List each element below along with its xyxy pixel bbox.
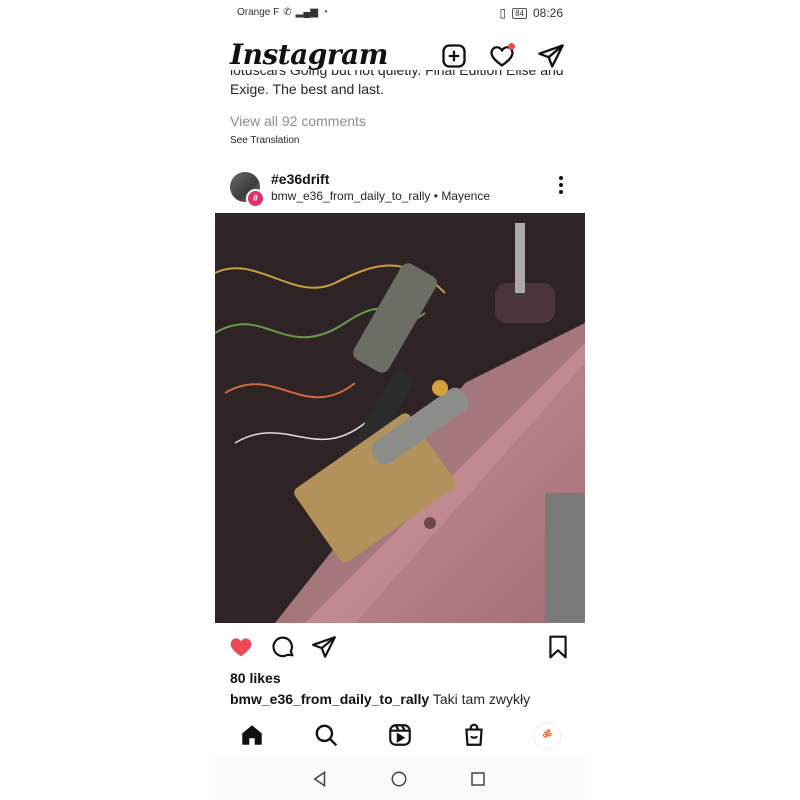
post-hashtag-title[interactable]: #e36drift — [271, 171, 329, 187]
post-account-name[interactable]: bmw_e36_from_daily_to_rally — [271, 189, 430, 203]
more-options-icon[interactable] — [559, 176, 563, 197]
post-photo[interactable] — [215, 213, 585, 623]
post-subtitle: bmw_e36_from_daily_to_rally • Mayence — [271, 189, 490, 203]
phone-screen: Orange F ✆ ▂▄▆ ◔ ▯ 84 08:26 Instagram lo… — [215, 0, 585, 800]
previous-post-caption: lotuscars Going but not quietly. Final E… — [230, 70, 570, 99]
status-bar: Orange F ✆ ▂▄▆ ◔ ▯ 84 08:26 — [215, 0, 585, 26]
direct-message-icon[interactable] — [537, 42, 565, 70]
reels-icon[interactable] — [387, 722, 413, 748]
wifi-icon: ◔ — [322, 7, 329, 18]
instagram-logo[interactable]: Instagram — [230, 38, 388, 71]
caption-username[interactable]: bmw_e36_from_daily_to_rally — [230, 691, 429, 707]
shop-icon[interactable] — [461, 722, 487, 748]
battery-icon: 84 — [512, 7, 527, 19]
share-icon[interactable] — [311, 634, 337, 660]
post-location[interactable]: Mayence — [441, 189, 490, 203]
heart-icon[interactable] — [488, 42, 516, 70]
caption-text: Taki tam zwykły — [432, 691, 531, 707]
carrier-name: Orange F — [237, 7, 280, 18]
new-post-icon[interactable] — [440, 42, 468, 70]
signal-icon: ▂▄▆ — [295, 7, 319, 18]
post-header: # #e36drift bmw_e36_from_daily_to_rally … — [215, 170, 585, 208]
back-icon[interactable] — [311, 770, 329, 788]
notification-dot — [508, 43, 515, 50]
home-circle-icon[interactable] — [390, 770, 408, 788]
photo-illustration — [215, 213, 585, 623]
profile-avatar[interactable]: ॐ — [533, 722, 561, 750]
recents-icon[interactable] — [469, 770, 487, 788]
hashtag-badge: # — [246, 189, 265, 208]
separator-dot: • — [433, 189, 438, 203]
comment-icon[interactable] — [270, 634, 296, 660]
vibrate-icon: ▯ — [499, 6, 507, 20]
see-translation-link[interactable]: See Translation — [230, 135, 300, 146]
save-bookmark-icon[interactable] — [545, 634, 571, 660]
status-time: 08:26 — [532, 6, 563, 20]
call-icon: ✆ — [283, 7, 292, 18]
home-icon[interactable] — [239, 722, 265, 748]
like-heart-icon[interactable] — [228, 634, 254, 660]
view-all-comments-link[interactable]: View all 92 comments — [230, 113, 366, 129]
system-navigation-bar — [215, 758, 585, 800]
search-icon[interactable] — [313, 722, 339, 748]
post-caption: bmw_e36_from_daily_to_rally Taki tam zwy… — [230, 691, 530, 707]
status-left: Orange F ✆ ▂▄▆ ◔ — [237, 7, 328, 18]
status-right: ▯ 84 08:26 — [499, 6, 563, 20]
likes-count[interactable]: 80 likes — [230, 670, 281, 686]
caption-cut-line: lotuscars Going but not quietly. Final E… — [230, 70, 564, 78]
bottom-navigation: ॐ — [215, 714, 585, 758]
post-actions — [215, 630, 585, 664]
caption-line: Exige. The best and last. — [230, 81, 384, 97]
